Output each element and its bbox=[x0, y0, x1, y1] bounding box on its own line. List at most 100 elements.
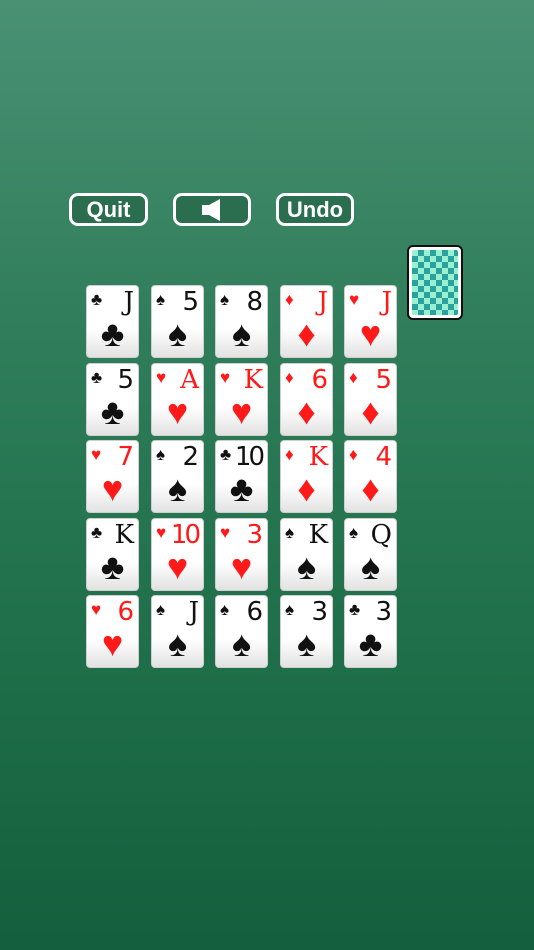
spades-icon: ♠ bbox=[220, 600, 230, 619]
undo-button[interactable]: Undo bbox=[276, 193, 354, 226]
card-3-of-spades[interactable]: ♠ 3 ♠ bbox=[280, 595, 333, 668]
card-rank: 10 bbox=[170, 520, 201, 550]
diamonds-icon: ♦ bbox=[349, 445, 358, 464]
card-rank: 3 bbox=[375, 597, 392, 627]
card-rank: 6 bbox=[246, 597, 263, 627]
card-8-of-spades[interactable]: ♠ 8 ♠ bbox=[215, 285, 268, 358]
card-10-of-hearts[interactable]: ♥ 10 ♥ bbox=[151, 518, 204, 591]
card-2-of-spades[interactable]: ♠ 2 ♠ bbox=[151, 440, 204, 513]
card-6-of-spades[interactable]: ♠ 6 ♠ bbox=[215, 595, 268, 668]
card-3-of-clubs[interactable]: ♣ 3 ♣ bbox=[344, 595, 397, 668]
hearts-icon: ♥ bbox=[230, 391, 253, 432]
diamonds-icon: ♦ bbox=[297, 468, 316, 509]
card-k-of-diamonds[interactable]: ♦ K ♦ bbox=[280, 440, 333, 513]
card-10-of-clubs[interactable]: ♣ 10 ♣ bbox=[215, 440, 268, 513]
card-k-of-clubs[interactable]: ♣ K ♣ bbox=[86, 518, 139, 591]
card-j-of-diamonds[interactable]: ♦ J ♦ bbox=[280, 285, 333, 358]
card-j-of-clubs[interactable]: ♣ J ♣ bbox=[86, 285, 139, 358]
clubs-icon: ♣ bbox=[91, 368, 103, 387]
card-5-of-clubs[interactable]: ♣ 5 ♣ bbox=[86, 363, 139, 436]
spades-icon: ♠ bbox=[156, 600, 166, 619]
diamonds-icon: ♦ bbox=[349, 368, 358, 387]
spades-icon: ♠ bbox=[296, 546, 317, 587]
clubs-icon: ♣ bbox=[91, 523, 103, 542]
card-j-of-hearts[interactable]: ♥ J ♥ bbox=[344, 285, 397, 358]
hearts-icon: ♥ bbox=[101, 623, 124, 664]
diamonds-icon: ♦ bbox=[285, 290, 294, 309]
card-rank: 5 bbox=[375, 365, 392, 395]
hearts-icon: ♥ bbox=[166, 391, 189, 432]
card-rank: 2 bbox=[182, 442, 199, 472]
quit-button[interactable]: Quit bbox=[69, 193, 148, 226]
card-rank: J bbox=[317, 287, 328, 317]
spades-icon: ♠ bbox=[167, 468, 188, 509]
hearts-icon: ♥ bbox=[349, 290, 360, 309]
hearts-icon: ♥ bbox=[220, 523, 231, 542]
spades-icon: ♠ bbox=[167, 623, 188, 664]
card-rank: K bbox=[308, 442, 328, 472]
clubs-icon: ♣ bbox=[229, 468, 254, 509]
card-j-of-spades[interactable]: ♠ J ♠ bbox=[151, 595, 204, 668]
card-rank: 3 bbox=[246, 520, 263, 550]
card-rank: 4 bbox=[375, 442, 392, 472]
spades-icon: ♠ bbox=[220, 290, 230, 309]
card-rank: K bbox=[114, 520, 134, 550]
card-3-of-hearts[interactable]: ♥ 3 ♥ bbox=[215, 518, 268, 591]
diamonds-icon: ♦ bbox=[297, 391, 316, 432]
card-4-of-diamonds[interactable]: ♦ 4 ♦ bbox=[344, 440, 397, 513]
spades-icon: ♠ bbox=[285, 523, 295, 542]
clubs-icon: ♣ bbox=[358, 623, 383, 664]
clubs-icon: ♣ bbox=[220, 445, 232, 464]
diamonds-icon: ♦ bbox=[297, 313, 316, 354]
card-6-of-diamonds[interactable]: ♦ 6 ♦ bbox=[280, 363, 333, 436]
card-rank: Q bbox=[370, 520, 392, 550]
card-rank: 10 bbox=[234, 442, 265, 472]
card-rank: 8 bbox=[246, 287, 263, 317]
hearts-icon: ♥ bbox=[220, 368, 231, 387]
spades-icon: ♠ bbox=[285, 600, 295, 619]
card-rank: 7 bbox=[117, 442, 134, 472]
hearts-icon: ♥ bbox=[359, 313, 382, 354]
card-q-of-spades[interactable]: ♠ Q ♠ bbox=[344, 518, 397, 591]
hearts-icon: ♥ bbox=[91, 445, 102, 464]
card-rank: A bbox=[180, 365, 199, 395]
hearts-icon: ♥ bbox=[101, 468, 124, 509]
spades-icon: ♠ bbox=[296, 623, 317, 664]
clubs-icon: ♣ bbox=[91, 290, 103, 309]
spades-icon: ♠ bbox=[156, 290, 166, 309]
card-back-icon bbox=[412, 250, 458, 315]
card-rank: J bbox=[123, 287, 134, 317]
diamonds-icon: ♦ bbox=[285, 368, 294, 387]
card-k-of-hearts[interactable]: ♥ K ♥ bbox=[215, 363, 268, 436]
clubs-icon: ♣ bbox=[349, 600, 361, 619]
hearts-icon: ♥ bbox=[166, 546, 189, 587]
clubs-icon: ♣ bbox=[100, 391, 125, 432]
sound-toggle-button[interactable] bbox=[173, 193, 251, 226]
spades-icon: ♠ bbox=[360, 546, 381, 587]
hearts-icon: ♥ bbox=[156, 368, 167, 387]
spades-icon: ♠ bbox=[349, 523, 359, 542]
card-a-of-hearts[interactable]: ♥ A ♥ bbox=[151, 363, 204, 436]
clubs-icon: ♣ bbox=[100, 313, 125, 354]
diamonds-icon: ♦ bbox=[361, 391, 380, 432]
card-rank: 6 bbox=[311, 365, 328, 395]
diamonds-icon: ♦ bbox=[285, 445, 294, 464]
spades-icon: ♠ bbox=[156, 445, 166, 464]
card-5-of-spades[interactable]: ♠ 5 ♠ bbox=[151, 285, 204, 358]
card-rank: J bbox=[188, 597, 199, 627]
spades-icon: ♠ bbox=[231, 313, 252, 354]
card-k-of-spades[interactable]: ♠ K ♠ bbox=[280, 518, 333, 591]
speaker-icon bbox=[202, 198, 220, 221]
spades-icon: ♠ bbox=[231, 623, 252, 664]
card-7-of-hearts[interactable]: ♥ 7 ♥ bbox=[86, 440, 139, 513]
card-rank: 5 bbox=[182, 287, 199, 317]
hearts-icon: ♥ bbox=[91, 600, 102, 619]
spades-icon: ♠ bbox=[167, 313, 188, 354]
card-rank: K bbox=[308, 520, 328, 550]
card-6-of-hearts[interactable]: ♥ 6 ♥ bbox=[86, 595, 139, 668]
card-rank: 5 bbox=[117, 365, 134, 395]
card-5-of-diamonds[interactable]: ♦ 5 ♦ bbox=[344, 363, 397, 436]
hearts-icon: ♥ bbox=[230, 546, 253, 587]
card-rank: K bbox=[243, 365, 263, 395]
draw-pile[interactable] bbox=[407, 245, 463, 320]
